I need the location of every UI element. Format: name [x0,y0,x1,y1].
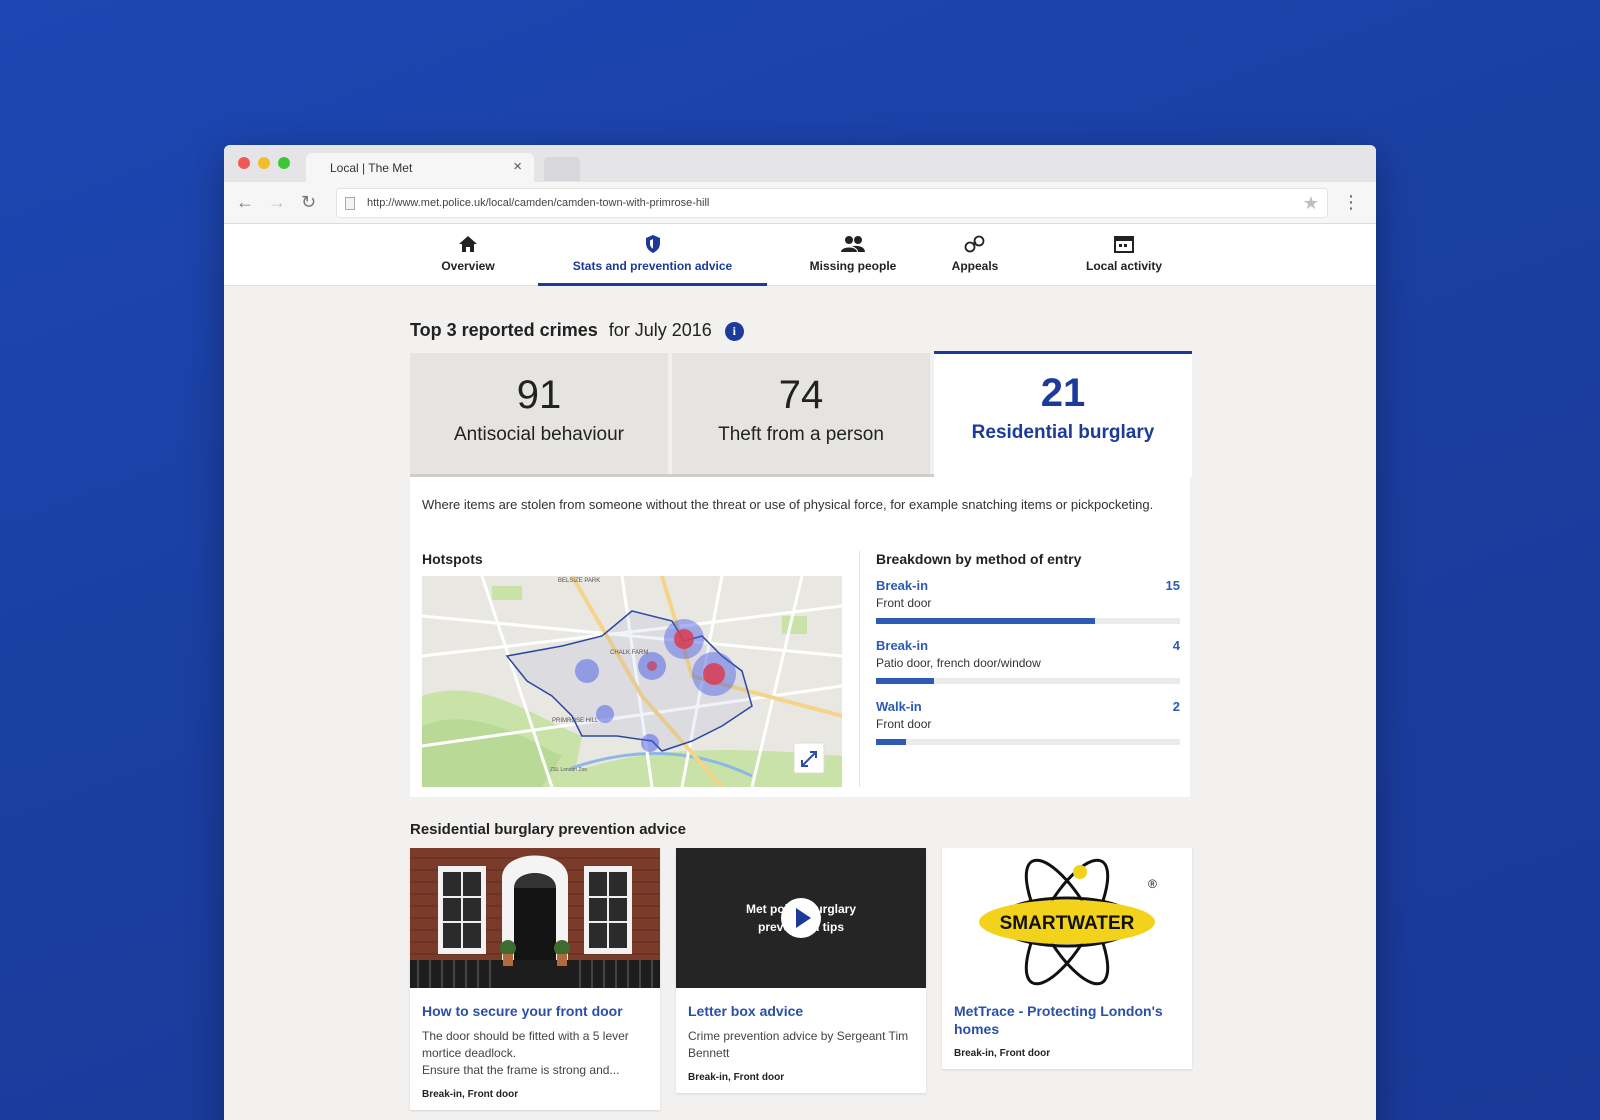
map-label: CHALK FARM [610,650,648,656]
breakdown-count: 4 [1172,638,1180,653]
page-icon [345,197,355,210]
expand-map-icon[interactable] [793,742,825,774]
breakdown-method[interactable]: Break-in [876,638,928,653]
tab-stats-label: Stats and prevention advice [572,259,733,273]
breakdown-count: 2 [1172,699,1180,714]
tab-overview-label: Overview [441,259,495,273]
breakdown-method[interactable]: Walk-in [876,699,922,714]
advice-card-front-door[interactable]: How to secure your front door The door s… [410,848,660,1110]
advice-card-text: The door should be fitted with a 5 lever… [422,1028,648,1079]
new-tab-button[interactable] [544,157,580,181]
breakdown-count: 15 [1165,578,1180,593]
crime-card-antisocial[interactable]: 91 Antisocial behaviour [410,353,668,477]
crime-card-label: Antisocial behaviour [453,424,625,445]
browser-titlebar: Local | The Met × [224,145,1376,183]
registered-mark: ® [1148,877,1157,891]
breakdown-row: Break-in 4 Patio door, french door/windo… [876,638,1180,698]
breakdown-row: Break-in 15 Front door [876,578,1180,638]
advice-card-tag: Break-in, Front door [688,1072,785,1083]
advice-card-title[interactable]: Letter box advice [688,1002,914,1020]
close-window-button[interactable] [238,157,250,169]
tab-local-activity[interactable]: Local activity [1074,224,1174,286]
breakdown-bar-track [876,678,1180,684]
advice-card-title[interactable]: How to secure your front door [422,1002,648,1020]
breakdown-bar-track [876,618,1180,624]
crime-card-value: 21 [1040,371,1086,415]
tab-overview[interactable]: Overview [424,224,512,286]
crime-card-theft[interactable]: 74 Theft from a person [672,353,930,477]
people-icon [841,236,865,252]
breakdown-bar-track [876,739,1180,745]
advice-card-title[interactable]: MetTrace - Protecting London's homes [954,1002,1180,1038]
breakdown-bar-fill [876,618,1095,624]
breakdown-detail: Front door [876,717,932,731]
map-graphic: BELSIZE PARK CHALK FARM PRIMROSE HILL ZS… [422,576,842,787]
crime-detail-panel: Where items are stolen from someone with… [410,477,1190,797]
hotspots-map[interactable]: BELSIZE PARK CHALK FARM PRIMROSE HILL ZS… [422,576,842,787]
maximize-window-button[interactable] [278,157,290,169]
crime-card-label: Residential burglary [971,422,1155,443]
calendar-icon [1114,236,1134,253]
browser-toolbar: ← → ↻ http://www.met.police.uk/local/cam… [224,182,1376,224]
forward-icon[interactable]: → [268,191,286,213]
main-content: Top 3 reported crimes for July 2016 i 91… [224,286,1376,1120]
tab-close-icon[interactable]: × [513,158,522,175]
crime-card-label: Theft from a person [718,424,884,445]
crimes-heading-title: Top 3 reported crimes [410,320,598,340]
advice-card-text-line: Ensure that the frame is strong and... [422,1063,620,1077]
breakdown-detail: Patio door, french door/window [876,656,1041,670]
play-icon[interactable] [781,898,821,938]
url-text[interactable]: http://www.met.police.uk/local/camden/ca… [367,197,709,209]
tab-stats[interactable]: Stats and prevention advice [538,224,767,286]
handcuffs-icon [964,235,985,253]
address-bar[interactable]: http://www.met.police.uk/local/camden/ca… [336,188,1328,218]
advice-section-title: Residential burglary prevention advice [410,821,686,838]
breakdown-bar-fill [876,739,907,745]
map-label: ZSL London Zoo [550,767,587,773]
tab-appeals[interactable]: Appeals [942,224,1008,286]
crime-card-burglary[interactable]: 21 Residential burglary [934,351,1192,477]
breakdown-row: Walk-in 2 Front door [876,699,1180,759]
crimes-heading: Top 3 reported crimes for July 2016 i [410,320,744,341]
smartwater-logo: SMARTWATER ® [942,848,1192,988]
video-thumbnail[interactable]: Met police burglary prevention tips [676,848,926,988]
breakdown-method[interactable]: Break-in [876,578,928,593]
front-door-image [410,848,660,988]
browser-window: Local | The Met × ← → ↻ http://www.met.p… [224,145,1376,1120]
browser-tab[interactable]: Local | The Met × [306,153,534,183]
crime-card-value: 74 [778,373,824,417]
tab-local-activity-label: Local activity [1085,259,1163,273]
advice-card-mettrace[interactable]: SMARTWATER ® MetTrace - Protecting Londo… [942,848,1192,1069]
smartwater-logo-text: SMARTWATER [1000,913,1135,934]
map-label: BELSIZE PARK [558,578,600,584]
crime-description: Where items are stolen from someone with… [422,497,1154,512]
home-icon [459,236,477,252]
panel-divider [859,551,860,787]
tab-missing-people[interactable]: Missing people [792,224,914,286]
bookmark-star-icon[interactable]: ★ [1303,193,1319,214]
tab-title: Local | The Met [330,161,413,175]
advice-card-text-line: The door should be fitted with a 5 lever… [422,1029,629,1060]
info-icon[interactable]: i [724,322,744,341]
advice-card-text: Crime prevention advice by Sergeant Tim … [688,1029,909,1060]
minimize-window-button[interactable] [258,157,270,169]
advice-card-tag: Break-in, Front door [422,1089,519,1100]
browser-menu-icon[interactable]: ⋮ [1342,190,1360,214]
shield-icon [645,235,660,253]
tab-missing-people-label: Missing people [809,259,897,273]
map-label: PRIMROSE HILL [552,718,599,724]
back-icon[interactable]: ← [236,191,254,213]
crimes-heading-period: for July 2016 [608,320,712,340]
tab-appeals-label: Appeals [951,259,999,273]
breakdown-detail: Front door [876,596,932,610]
breakdown-bar-fill [876,678,934,684]
breakdown-title: Breakdown by method of entry [876,551,1082,567]
hotspots-title: Hotspots [422,551,483,567]
crime-card-value: 91 [516,373,562,417]
site-navigation: Overview Stats and prevention advice Mis… [224,224,1376,286]
advice-card-letter-box[interactable]: Met police burglary prevention tips Lett… [676,848,926,1093]
reload-icon[interactable]: ↻ [301,191,316,213]
advice-card-tag: Break-in, Front door [954,1048,1051,1059]
